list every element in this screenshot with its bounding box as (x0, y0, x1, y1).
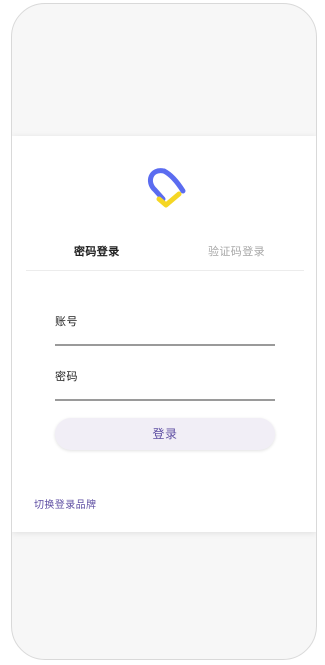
password-field[interactable]: 密码 (55, 369, 275, 401)
tab-code-login[interactable]: 验证码登录 (208, 244, 265, 260)
login-tabs: 密码登录 验证码登录 (26, 240, 304, 271)
phone-frame: 密码登录 验证码登录 账号 密码 登录 切换登录品牌 (11, 3, 317, 660)
tab-password-login[interactable]: 密码登录 (74, 244, 120, 260)
password-label: 密码 (55, 370, 78, 383)
brand-logo-icon (147, 168, 186, 208)
login-button[interactable]: 登录 (55, 418, 275, 450)
login-card: 密码登录 验证码登录 账号 密码 登录 切换登录品牌 (12, 136, 316, 532)
account-field[interactable]: 账号 (55, 314, 275, 346)
account-label: 账号 (55, 315, 78, 328)
switch-brand-link[interactable]: 切换登录品牌 (34, 499, 96, 513)
